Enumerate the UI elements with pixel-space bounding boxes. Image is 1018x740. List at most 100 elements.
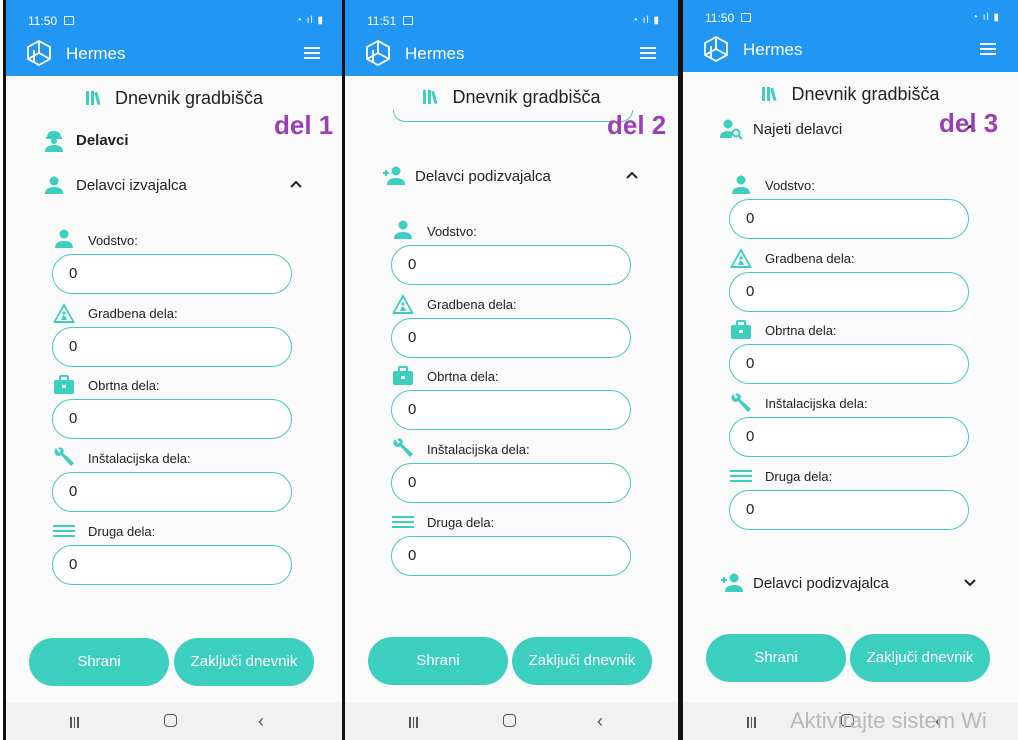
- category-delavci: Delavci: [42, 131, 302, 152]
- cube-logo-icon: [366, 39, 390, 67]
- hamburger-menu-icon[interactable]: [304, 47, 320, 59]
- construction-warning-icon: [730, 248, 752, 268]
- card-edge: [393, 110, 633, 122]
- field-label: Inštalacijska dela:: [427, 442, 530, 457]
- status-time: 11:50: [705, 11, 735, 25]
- field-label: Gradbena dela:: [88, 306, 178, 321]
- status-time: 11:50: [28, 14, 58, 28]
- field-label: Druga dela:: [765, 469, 833, 484]
- person-icon: [394, 220, 412, 239]
- construction-warning-icon: [392, 294, 414, 314]
- back-icon[interactable]: ‹: [597, 711, 603, 732]
- person-add-icon: [383, 166, 405, 185]
- phone-screen-1: 11:50 ◔ ıl ▮ Hermes Dnevnik gradbišča de…: [3, 0, 346, 740]
- books-icon: [423, 90, 438, 105]
- save-button[interactable]: Shrani: [29, 638, 169, 686]
- image-notification-icon: [741, 13, 751, 22]
- heading-text: Dnevnik gradbišča: [452, 87, 601, 107]
- windows-activation-watermark: Aktivirajte sistem Wi: [790, 708, 987, 733]
- briefcase-icon: [54, 375, 74, 394]
- druga-input[interactable]: 0: [52, 545, 292, 585]
- construction-warning-icon: [53, 303, 75, 323]
- obrtna-input[interactable]: 0: [391, 390, 631, 430]
- image-notification-icon: [403, 16, 413, 25]
- field-label: Obrtna dela:: [427, 369, 499, 384]
- wrench-icon: [54, 447, 74, 466]
- close-diary-button[interactable]: Zaključi dnevnik: [850, 634, 990, 682]
- instalacijska-input[interactable]: 0: [52, 472, 292, 512]
- cube-logo-icon: [27, 39, 51, 67]
- field-label: Gradbena dela:: [427, 297, 517, 312]
- wrench-icon: [731, 393, 751, 412]
- app-bar: Hermes: [683, 26, 1018, 72]
- field-label: Vodstvo:: [88, 233, 138, 248]
- field-label: Inštalacijska dela:: [765, 396, 868, 411]
- signal-battery-icon: ◔ ıl ▮: [631, 15, 660, 26]
- field-label: Vodstvo:: [427, 224, 477, 239]
- phone-screen-2: 11:51 ◔ ıl ▮ Hermes Dnevnik gradbišča de…: [342, 0, 682, 740]
- chevron-down-icon[interactable]: [963, 577, 977, 587]
- obrtna-input[interactable]: 0: [52, 399, 292, 439]
- field-label: Vodstvo:: [765, 178, 815, 193]
- field-label: Obrtna dela:: [88, 378, 160, 393]
- section-delavci-izvajalca[interactable]: Delavci izvajalca: [42, 176, 302, 197]
- vodstvo-input[interactable]: 0: [729, 199, 969, 239]
- page-heading: Dnevnik gradbišča: [345, 87, 678, 108]
- back-icon[interactable]: ‹: [258, 711, 264, 732]
- books-icon: [85, 91, 101, 106]
- recents-icon[interactable]: [70, 715, 82, 728]
- system-nav-bar: ‹: [345, 702, 678, 740]
- category-label: Delavci: [76, 132, 129, 149]
- gradbena-input[interactable]: 0: [729, 272, 969, 312]
- hamburger-menu-icon[interactable]: [980, 43, 996, 55]
- section-label: Delavci podizvajalca: [415, 168, 551, 185]
- section-delavci-podizvajalca[interactable]: Delavci podizvajalca: [719, 573, 979, 595]
- field-label: Druga dela:: [427, 515, 495, 530]
- part-label: del 2: [607, 110, 667, 140]
- druga-input[interactable]: 0: [391, 536, 631, 576]
- chevron-up-icon[interactable]: [289, 179, 303, 189]
- status-time: 11:51: [367, 14, 397, 28]
- briefcase-icon: [393, 366, 413, 385]
- gradbena-input[interactable]: 0: [52, 327, 292, 367]
- status-bar: 11:51 ◔ ıl ▮: [345, 0, 678, 30]
- recents-icon[interactable]: [409, 715, 421, 728]
- obrtna-input[interactable]: 0: [729, 344, 969, 384]
- section-delavci-podizvajalca[interactable]: Delavci podizvajalca: [381, 166, 641, 188]
- briefcase-icon: [731, 320, 751, 339]
- home-icon[interactable]: [164, 714, 177, 727]
- home-icon[interactable]: [503, 714, 516, 727]
- close-diary-button[interactable]: Zaključi dnevnik: [512, 637, 652, 685]
- druga-input[interactable]: 0: [729, 490, 969, 530]
- cube-logo-icon: [704, 35, 728, 63]
- save-button[interactable]: Shrani: [706, 634, 846, 682]
- part-label: del 3: [939, 108, 999, 138]
- person-add-icon: [721, 573, 743, 592]
- gradbena-input[interactable]: 0: [391, 318, 631, 358]
- instalacijska-input[interactable]: 0: [729, 417, 969, 457]
- heading-text: Dnevnik gradbišča: [114, 88, 264, 108]
- page-heading: Dnevnik gradbišča: [6, 88, 342, 109]
- heading-text: Dnevnik gradbišča: [791, 84, 940, 104]
- hamburger-menu-icon[interactable]: [640, 47, 656, 59]
- recents-icon[interactable]: [747, 715, 759, 728]
- chevron-up-icon[interactable]: [625, 170, 639, 180]
- vodstvo-input[interactable]: 0: [391, 245, 631, 285]
- field-label: Obrtna dela:: [765, 323, 837, 338]
- signal-battery-icon: ◔ ıl ▮: [971, 12, 1000, 23]
- page-heading: Dnevnik gradbišča: [683, 84, 1018, 105]
- signal-battery-icon: ◔ ıl ▮: [295, 15, 324, 26]
- section-label: Najeti delavci: [753, 121, 843, 138]
- instalacijska-input[interactable]: 0: [391, 463, 631, 503]
- app-bar: Hermes: [345, 30, 678, 76]
- construction-worker-icon: [45, 131, 63, 152]
- lines-icon: [730, 470, 752, 482]
- save-button[interactable]: Shrani: [368, 637, 508, 685]
- field-label: Gradbena dela:: [765, 251, 855, 266]
- phone-screen-3: 11:50 ◔ ıl ▮ Hermes Dnevnik gradbišča Na…: [680, 0, 1018, 740]
- lines-icon: [53, 525, 75, 537]
- vodstvo-input[interactable]: 0: [52, 254, 292, 294]
- close-diary-button[interactable]: Zaključi dnevnik: [174, 638, 314, 686]
- image-notification-icon: [64, 16, 74, 25]
- section-label: Delavci izvajalca: [76, 177, 187, 194]
